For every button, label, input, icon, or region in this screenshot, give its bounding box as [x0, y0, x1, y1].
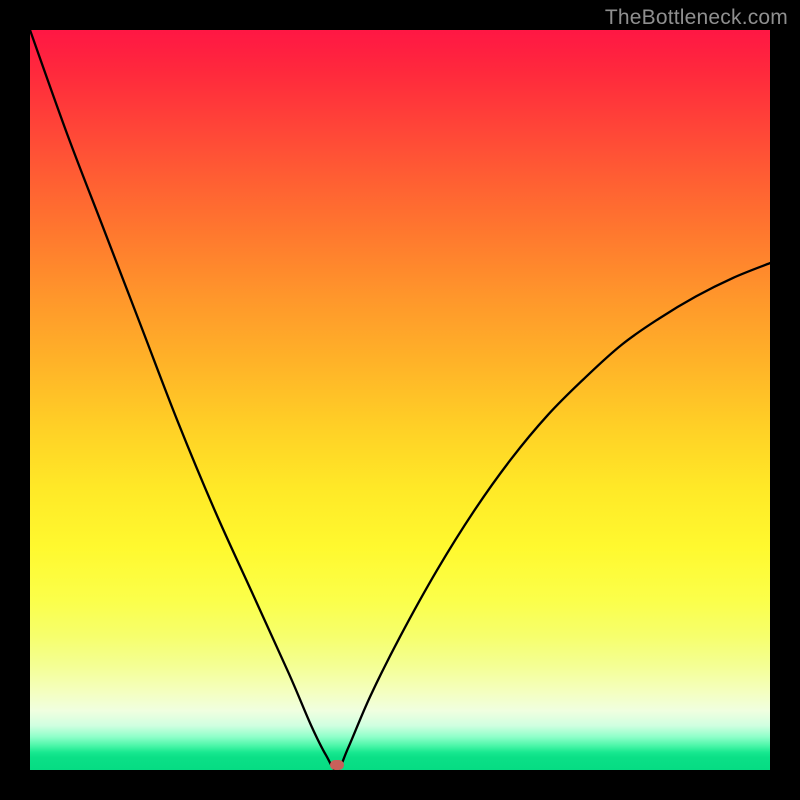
bottleneck-marker [330, 760, 344, 770]
plot-area [30, 30, 770, 770]
chart-frame: TheBottleneck.com [0, 0, 800, 800]
bottleneck-curve [30, 30, 770, 770]
watermark-text: TheBottleneck.com [605, 6, 788, 30]
